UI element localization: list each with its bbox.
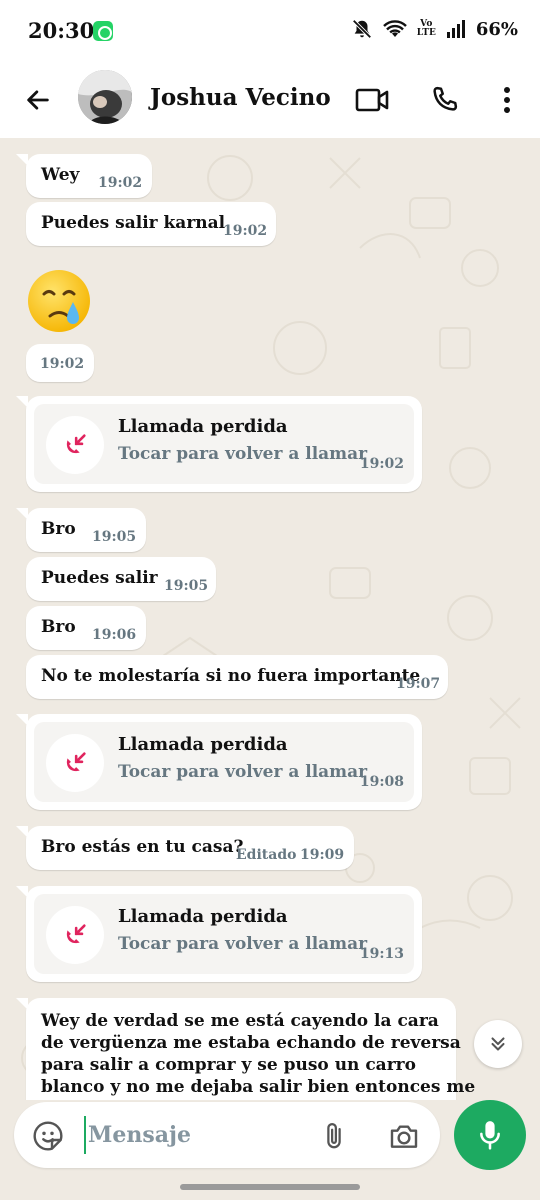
message-time: 19:02	[223, 223, 268, 239]
back-button[interactable]	[18, 80, 58, 120]
video-call-icon	[355, 88, 389, 112]
camera-icon	[390, 1125, 418, 1148]
message-bubble[interactable]: No te molestaría si no fuera importante …	[26, 655, 448, 699]
message-text: Puedes salir	[41, 568, 158, 588]
message-time: 19:07	[396, 676, 441, 692]
message-time: 19:02	[359, 456, 404, 472]
chat-area[interactable]: Wey 19:02 Puedes salir karnal 19:02 19:0…	[0, 138, 540, 1100]
volte-icon: Vo LTE	[417, 20, 436, 38]
message-bubble[interactable]: Puedes salir karnal 19:02	[26, 202, 276, 246]
voice-call-icon	[433, 86, 458, 111]
message-text: Bro estás en tu casa?	[41, 837, 244, 857]
microphone-icon	[480, 1121, 500, 1150]
message-text: Bro	[41, 519, 76, 539]
more-options-icon	[504, 87, 510, 113]
message-bubble[interactable]: 19:02	[26, 344, 94, 382]
message-time: 19:13	[359, 946, 404, 962]
message-bubble[interactable]: Bro estás en tu casa? Editado 19:09	[16, 826, 354, 870]
message-text-line-2: de vergüenza me estaba echando de revers…	[41, 1033, 461, 1053]
voice-call-button[interactable]	[424, 80, 464, 120]
sticker-icon	[33, 1121, 63, 1151]
contact-name[interactable]: Joshua Vecino	[150, 84, 331, 111]
missed-call-bubble[interactable]: Llamada perdida Tocar para volver a llam…	[16, 886, 422, 982]
status-bar: 20:30 Vo LTE 66%	[0, 0, 540, 62]
missed-call-title: Llamada perdida	[118, 416, 288, 437]
message-text-line-4: blanco y no me dejaba salir bien entonce…	[41, 1077, 476, 1097]
chat-header: Joshua Vecino	[0, 62, 540, 138]
battery-percent: 66%	[475, 18, 518, 40]
whatsapp-notification-icon	[93, 21, 113, 41]
message-time: 19:02	[40, 356, 85, 372]
message-text-line-3: para salir a comprar y se puso un carro	[41, 1055, 416, 1075]
message-time: 19:05	[164, 578, 209, 594]
wifi-icon	[382, 20, 407, 37]
scroll-to-bottom-button[interactable]	[474, 1020, 522, 1068]
missed-call-bubble[interactable]: Llamada perdida Tocar para volver a llam…	[16, 396, 422, 492]
message-bubble[interactable]: Wey 19:02	[16, 154, 152, 198]
missed-call-card[interactable]: Llamada perdida Tocar para volver a llam…	[34, 894, 414, 974]
video-call-button[interactable]	[352, 80, 392, 120]
message-bubble[interactable]: Bro 19:05	[16, 508, 146, 552]
missed-call-icon	[46, 416, 104, 474]
status-time: 20:30	[28, 18, 95, 43]
message-input[interactable]	[84, 1116, 304, 1154]
message-bubble-long[interactable]: Wey de verdad se me está cayendo la cara…	[16, 998, 475, 1100]
message-bubble[interactable]: Puedes salir 19:05	[26, 557, 216, 601]
missed-call-subtitle: Tocar para volver a llamar	[118, 934, 368, 954]
message-time: 19:06	[92, 627, 137, 643]
camera-button[interactable]	[384, 1116, 424, 1156]
missed-call-icon	[46, 734, 104, 792]
missed-call-title: Llamada perdida	[118, 734, 288, 755]
attach-button[interactable]	[314, 1116, 354, 1156]
input-bar	[0, 1100, 540, 1200]
missed-call-card[interactable]: Llamada perdida Tocar para volver a llam…	[34, 722, 414, 802]
message-time: 19:08	[359, 774, 404, 790]
missed-call-subtitle: Tocar para volver a llamar	[118, 762, 368, 782]
bell-off-icon	[352, 19, 372, 39]
edited-label: Editado	[236, 847, 297, 863]
double-chevron-down-icon	[491, 1037, 505, 1051]
message-bubble[interactable]: Bro 19:06	[26, 606, 146, 650]
message-text-line-1: Wey de verdad se me está cayendo la cara	[41, 1011, 439, 1031]
message-text: Puedes salir karnal	[41, 213, 226, 233]
avatar-image	[78, 70, 132, 124]
status-icons: Vo LTE 66%	[351, 18, 518, 40]
signal-icon	[446, 20, 465, 38]
sticker-button[interactable]	[28, 1116, 68, 1156]
voice-message-button[interactable]	[454, 1100, 526, 1170]
missed-call-title: Llamada perdida	[118, 906, 288, 927]
message-text: No te molestaría si no fuera importante	[41, 666, 421, 686]
missed-call-card[interactable]: Llamada perdida Tocar para volver a llam…	[34, 404, 414, 484]
avatar[interactable]	[78, 70, 132, 124]
message-time: 19:05	[92, 529, 137, 545]
gesture-navigation-bar[interactable]	[180, 1184, 360, 1190]
crying-face-emoji[interactable]	[26, 268, 92, 334]
paperclip-icon	[327, 1123, 341, 1149]
message-text: Bro	[41, 617, 76, 637]
message-time: 19:02	[98, 175, 143, 191]
more-options-button[interactable]	[487, 80, 527, 120]
back-arrow-icon	[27, 90, 49, 110]
message-composer	[14, 1102, 440, 1168]
message-text: Wey	[41, 165, 80, 185]
message-time: 19:09	[300, 847, 345, 863]
missed-call-subtitle: Tocar para volver a llamar	[118, 444, 368, 464]
missed-call-icon	[46, 906, 104, 964]
missed-call-bubble[interactable]: Llamada perdida Tocar para volver a llam…	[16, 714, 422, 810]
volte-bottom: LTE	[416, 28, 436, 38]
